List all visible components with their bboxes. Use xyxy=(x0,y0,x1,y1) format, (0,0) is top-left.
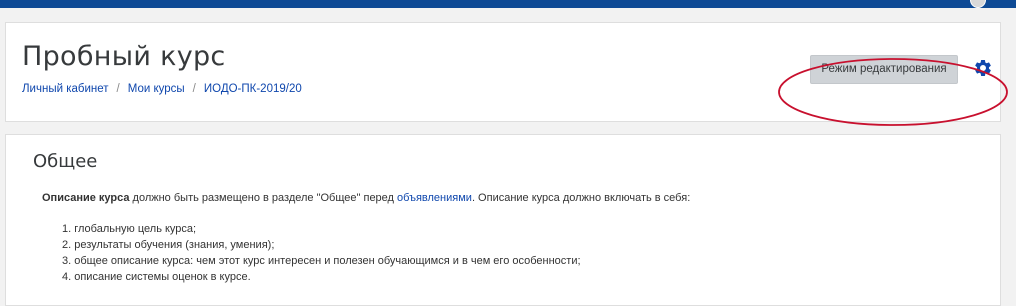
list-item: 1. глобальную цель курса; xyxy=(62,223,197,235)
page-title: Пробный курс xyxy=(22,41,226,72)
list-item: 3. общее описание курса: чем этот курс и… xyxy=(62,255,581,267)
breadcrumb-separator: / xyxy=(116,83,120,95)
breadcrumb-course-link[interactable]: ИОДО-ПК-2019/20 xyxy=(204,83,302,95)
description-text: . Описание курса должно включать в себя: xyxy=(471,192,691,204)
breadcrumb-separator: / xyxy=(192,83,196,95)
user-avatar[interactable] xyxy=(970,0,986,8)
course-description: Описание курса должно быть размещено в р… xyxy=(42,192,690,204)
gear-icon[interactable] xyxy=(973,58,993,78)
breadcrumb: Личный кабинет / Мои курсы / ИОДО-ПК-2019/20 xyxy=(22,83,302,95)
requirements-list: 1. глобальную цель курса; 2. результаты … xyxy=(62,221,581,285)
description-strong: Описание курса xyxy=(42,192,130,204)
breadcrumb-dashboard-link[interactable]: Личный кабинет xyxy=(22,83,109,95)
description-text: должно быть размещено в разделе "Общее" … xyxy=(129,192,398,204)
breadcrumb-my-courses-link[interactable]: Мои курсы xyxy=(128,83,185,95)
list-item: 2. результаты обучения (знания, умения); xyxy=(62,239,275,251)
course-section-card: Общее Описание курса должно быть размеще… xyxy=(5,134,1001,306)
list-item: 4. описание системы оценок в курсе. xyxy=(62,271,251,283)
top-navbar xyxy=(0,0,1016,8)
section-title: Общее xyxy=(33,151,98,172)
announcements-link[interactable]: объявлениями xyxy=(397,192,472,204)
edit-mode-button[interactable]: Режим редактирования xyxy=(810,55,958,84)
